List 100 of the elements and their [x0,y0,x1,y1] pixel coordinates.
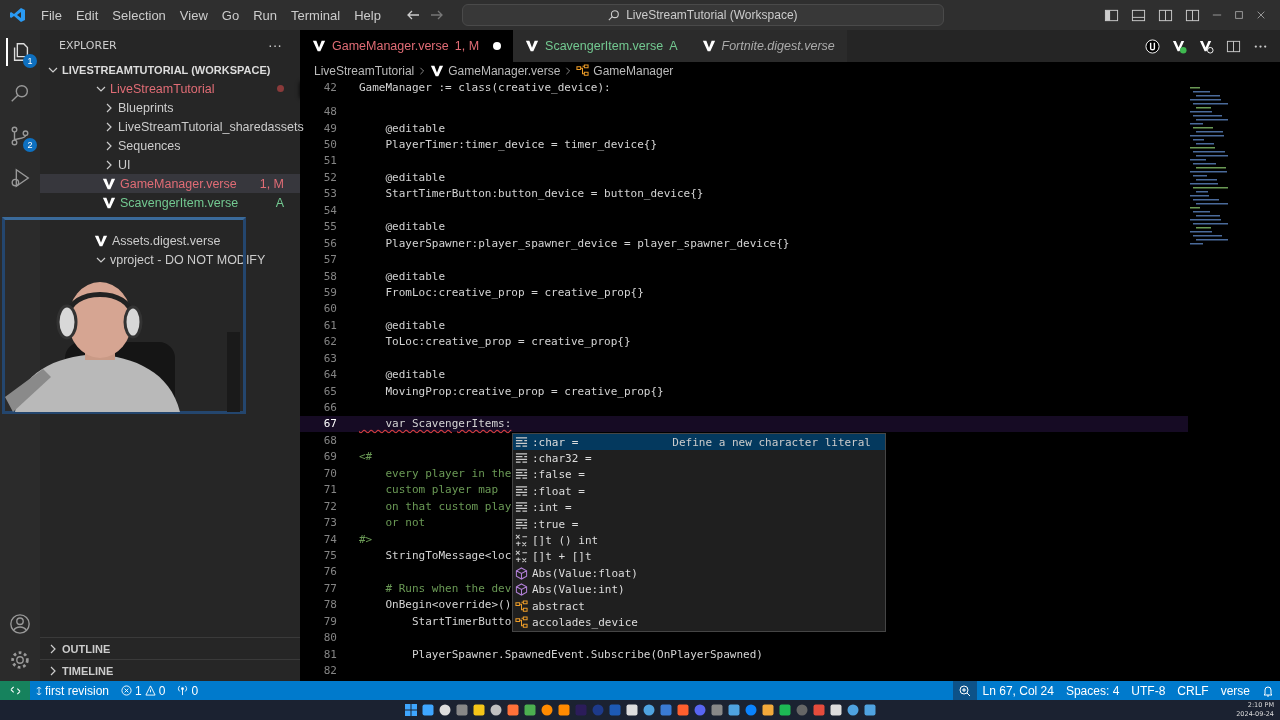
app-icon[interactable] [829,704,842,716]
cursor-position[interactable]: Ln 67, Col 24 [976,681,1060,700]
line-number: 67 [322,417,337,431]
operator-icon [515,550,528,564]
verse-file-icon [430,63,445,78]
folder-item[interactable]: Sequences [40,136,300,155]
app-icon[interactable] [761,704,774,716]
command-center[interactable]: LiveStreamTutorial (Workspace) [461,4,944,26]
activity-button[interactable]: 1 [6,38,34,66]
suggestion-item[interactable]: []t () int [513,532,885,549]
line-number: 64 [322,368,337,382]
app-icon[interactable] [676,704,689,716]
chevron-right-icon [104,159,114,170]
problems-button[interactable]: 1 0 [115,681,172,700]
windows-start-icon[interactable] [404,704,417,716]
breadcrumb[interactable]: GameManager.verse [430,63,561,78]
tree-file[interactable]: Assets.digest.verse [40,231,300,250]
app-icon[interactable] [727,704,740,716]
panel-layout-icon[interactable] [1131,7,1146,23]
menu-item[interactable]: Edit [68,4,106,26]
close-icon[interactable] [1256,10,1266,20]
menu-item[interactable]: Terminal [284,4,348,26]
app-icon[interactable] [846,704,859,716]
verse-file-icon [102,195,116,210]
split-layout-icon[interactable] [1158,7,1173,23]
suggestion-item[interactable]: :char = Define a new character literal [513,434,885,451]
section-header[interactable]: OUTLINE [40,637,300,659]
code-line: PlayerTimer:timer_device = timer_device{} [384,138,657,152]
menu-item[interactable]: Help [347,4,388,26]
account-icon[interactable] [9,613,31,635]
settings-icon[interactable] [9,649,31,671]
chevron-right-icon [418,65,427,76]
app-icon[interactable] [506,704,519,716]
more-actions-button[interactable]: ··· [262,36,288,54]
encoding-button[interactable]: UTF-8 [1125,681,1172,700]
app-icon[interactable] [438,704,451,716]
app-icon[interactable] [642,704,655,716]
language-button[interactable]: verse [1214,681,1256,700]
remote-button[interactable] [0,681,30,700]
maximize-icon[interactable] [1234,10,1244,20]
app-icon[interactable] [472,704,485,716]
activity-button[interactable]: 2 [6,122,34,150]
code-line: StartTimerButto [410,614,512,628]
suggestion-item[interactable]: :false = [513,466,885,484]
suggestion-item[interactable]: abstract [513,597,885,615]
unsaved-dot [493,42,502,50]
breadcrumb[interactable]: GameManager [576,63,674,78]
suggestion-item[interactable]: accolades_device [513,614,885,631]
zoom-button[interactable] [952,681,977,700]
suggestion-item[interactable]: Abs(Value:int) [513,581,885,598]
suggestion-item[interactable]: Abs(Value:float) [513,565,885,582]
back-arrow-icon[interactable] [405,8,420,22]
app-icon[interactable] [421,704,434,716]
code-line: @editable [384,368,446,382]
split-editor-icon[interactable] [1226,38,1241,54]
code-line: PlayerSpawner:player_spawner_device = player_spawner_device{} [384,236,790,250]
editor-tab[interactable]: GameManager.verse 1, M [300,30,514,62]
ports-button[interactable]: 0 [171,681,205,700]
tree-file[interactable]: GameManager.verse 1, M [40,174,300,193]
line-number: 68 [322,433,337,447]
suggestion-item[interactable]: :true = [513,515,885,533]
suggestion-item[interactable]: :int = [513,499,885,516]
code-line: StringToMessage<loc [384,548,512,562]
code-line: GameManager := class(creative_device): [358,80,611,94]
folder-item[interactable]: UI [40,155,300,174]
snippet-icon [515,501,528,515]
app-icon[interactable] [625,704,638,716]
menu-item[interactable]: File [34,4,69,26]
app-icon[interactable] [778,704,791,716]
app-icon[interactable] [863,704,876,716]
forward-arrow-icon[interactable] [429,8,444,22]
breadcrumb[interactable]: LiveStreamTutorial [314,63,415,78]
tree-file[interactable]: ScavengerItem.verse A [40,193,300,212]
sidebar-layout-icon[interactable] [1104,7,1119,23]
line-number: 56 [322,236,337,250]
menu-item[interactable]: Go [214,4,247,26]
branch-button[interactable]: first revision [30,681,115,700]
app-icon[interactable] [523,704,536,716]
menu-item[interactable]: Selection [105,4,173,26]
workspace-header[interactable]: LIVESTREAMTUTORIAL (WORKSPACE) [40,60,300,79]
app-icon[interactable] [489,704,502,716]
menu-item[interactable]: View [172,4,215,26]
menu-item[interactable]: Run [246,4,284,26]
editor-tab[interactable]: Fortnite.digest.verse [689,30,847,62]
unreal-logo-icon[interactable] [1145,38,1160,54]
suggestion-item[interactable]: :char32 = [513,450,885,467]
indentation-button[interactable]: Spaces: 4 [1059,681,1126,700]
app-icon[interactable] [540,704,553,716]
editor-tab[interactable]: ScavengerItem.verse A [513,30,690,62]
verse-icon[interactable] [1199,38,1214,54]
line-ending-button[interactable]: CRLF [1171,681,1215,700]
app-icon[interactable] [557,704,570,716]
warning-icon [144,685,156,696]
explorer-title: EXPLORER [59,38,117,52]
suggestion-item[interactable]: :float = [513,483,885,500]
suggestion-item[interactable]: []t + []t [513,548,885,566]
folder-item[interactable]: LiveStreamTutorial [40,79,300,98]
verse-check-icon[interactable] [1172,38,1187,54]
folder-item[interactable]: Blueprints [40,98,300,117]
line-number: 70 [322,466,337,480]
